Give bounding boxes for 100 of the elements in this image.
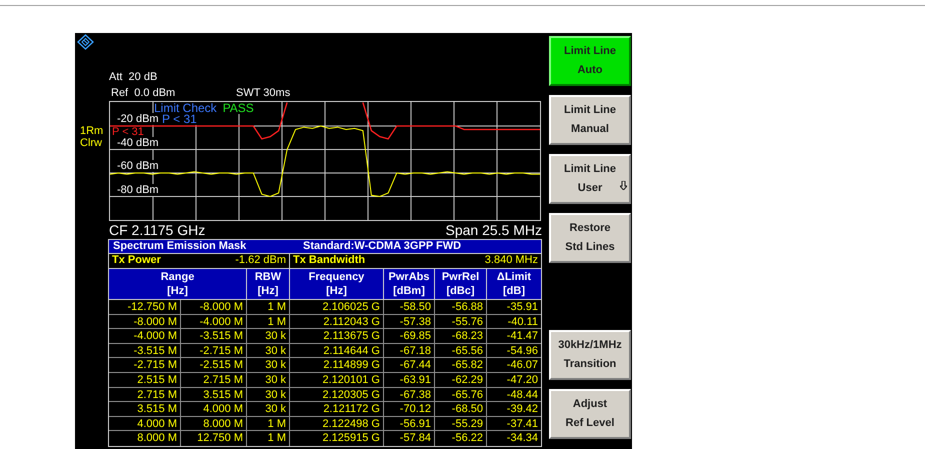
table-cell: -57.84 bbox=[384, 431, 435, 446]
table-cell: -69.85 bbox=[384, 329, 435, 343]
column-header: Range [Hz] bbox=[109, 269, 247, 299]
table-cell: 2.112043 G bbox=[290, 314, 384, 328]
table-cell: 2.122498 G bbox=[290, 416, 384, 430]
table-cell: -2.715 M bbox=[181, 344, 247, 358]
table-cell: -12.750 M bbox=[109, 300, 181, 314]
table-cell: 8.000 M bbox=[181, 416, 247, 430]
tx-power-value: -1.62 dBm bbox=[235, 254, 286, 268]
limit-check-result: PASS bbox=[222, 102, 254, 114]
table-cell: -67.44 bbox=[384, 358, 435, 372]
table-cell-text: -34.34 bbox=[506, 431, 539, 446]
softkey-button[interactable]: Limit Line Manual bbox=[549, 95, 631, 145]
table-cell: -68.50 bbox=[435, 402, 487, 416]
table-cell: 3.515 M bbox=[109, 402, 181, 416]
table-cell-text: -46.07 bbox=[506, 358, 539, 372]
table-cell: 30 k bbox=[247, 344, 290, 358]
down-arrow-icon bbox=[620, 181, 627, 190]
table-cell: -57.38 bbox=[384, 314, 435, 328]
limit-line-name: P < 31 bbox=[162, 114, 197, 125]
table-cell: 2.515 M bbox=[109, 372, 181, 387]
attenuation-text: Att 20 dB bbox=[109, 71, 158, 83]
table-cell: 2.114644 G bbox=[290, 344, 384, 358]
table-cell: -8.000 M bbox=[181, 300, 247, 314]
table-cell-text: -54.96 bbox=[506, 344, 539, 358]
table-cell: 3.515 M bbox=[181, 388, 247, 402]
limit-check-text: Limit Check bbox=[154, 102, 217, 114]
table-cell: 8.000 M bbox=[109, 431, 181, 446]
table-cell: 2.120101 G bbox=[290, 372, 384, 387]
column-header: RBW [Hz] bbox=[247, 269, 290, 299]
table-title: Spectrum Emission Mask bbox=[113, 240, 248, 253]
table-cell: -65.82 bbox=[435, 358, 487, 372]
trace-mode-label: 1Rm Clrw bbox=[80, 125, 104, 149]
y-axis-label: -40 dBm bbox=[116, 136, 160, 148]
y-axis-label: -80 dBm bbox=[116, 184, 160, 196]
softkey-button[interactable]: Adjust Ref Level bbox=[549, 389, 631, 439]
softkey-button[interactable]: 30kHz/1MHz Transition bbox=[549, 330, 631, 380]
diamond-logo-icon bbox=[77, 34, 94, 50]
table-cell: 2.715 M bbox=[181, 372, 247, 387]
table-cell-text: -47.20 bbox=[506, 372, 539, 387]
column-header: PwrAbs [dBm] bbox=[384, 269, 435, 299]
table-cell-text: -37.41 bbox=[506, 416, 539, 430]
table-cell-text: -35.91 bbox=[506, 300, 539, 314]
table-cell-text: -40.11 bbox=[506, 314, 539, 328]
table-cell: -65.76 bbox=[435, 388, 487, 402]
table-cell: -2.715 M bbox=[109, 358, 181, 372]
table-cell: 4.000 M bbox=[181, 402, 247, 416]
tx-power-label: Tx Power bbox=[112, 254, 161, 268]
table-cell: 1 M bbox=[247, 300, 290, 314]
limit-line-label: P < 31 bbox=[111, 127, 145, 137]
softkey-button[interactable]: Limit Line Auto bbox=[549, 36, 631, 86]
column-header: ΔLimit [dB] bbox=[496, 270, 532, 299]
table-cell: -63.91 bbox=[384, 372, 435, 387]
table-cell: -68.23 bbox=[435, 329, 487, 343]
table-cell-text: -48.44 bbox=[506, 388, 539, 402]
column-header: Frequency [Hz] bbox=[290, 269, 384, 299]
y-axis-label: -20 dBm bbox=[116, 113, 160, 125]
table-cell: -55.29 bbox=[435, 416, 487, 430]
table-cell: -56.91 bbox=[384, 416, 435, 430]
table-cell: 12.750 M bbox=[181, 431, 247, 446]
table-cell: -65.56 bbox=[435, 344, 487, 358]
table-cell: -4.000 M bbox=[181, 314, 247, 328]
table-cell: -56.22 bbox=[435, 431, 487, 446]
table-cell: 2.113675 G bbox=[290, 329, 384, 343]
table-cell: -67.38 bbox=[384, 388, 435, 402]
table-cell: -56.88 bbox=[435, 300, 487, 314]
table-cell: 1 M bbox=[247, 431, 290, 446]
y-axis-label: -60 dBm bbox=[116, 160, 160, 172]
center-frequency-text: CF 2.1175 GHz bbox=[109, 221, 206, 239]
table-cell: 4.000 M bbox=[109, 416, 181, 430]
table-cell: 1 M bbox=[247, 314, 290, 328]
table-cell: 30 k bbox=[247, 388, 290, 402]
span-text: Span 25.5 MHz bbox=[446, 221, 542, 239]
softkey-button[interactable]: Restore Std Lines bbox=[549, 213, 631, 263]
table-cell: -3.515 M bbox=[181, 329, 247, 343]
sweep-time-text: SWT 30ms bbox=[236, 86, 290, 101]
table-cell: -58.50 bbox=[384, 300, 435, 314]
reference-level-text: Ref 0.0 dBm bbox=[111, 86, 176, 101]
table-cell: 2.121172 G bbox=[290, 402, 384, 416]
table-cell: 2.715 M bbox=[109, 388, 181, 402]
table-cell-text: -41.47 bbox=[506, 329, 539, 343]
table-cell: -55.76 bbox=[435, 314, 487, 328]
table-cell: -4.000 M bbox=[109, 329, 181, 343]
table-cell: -62.29 bbox=[435, 372, 487, 387]
table-cell: 1 M bbox=[247, 416, 290, 430]
table-cell: 2.125915 G bbox=[290, 431, 384, 446]
table-cell: -8.000 M bbox=[109, 314, 181, 328]
table-cell: -70.12 bbox=[384, 402, 435, 416]
tx-bandwidth-label: Tx Bandwidth bbox=[293, 254, 366, 268]
table-cell: 2.114899 G bbox=[290, 358, 384, 372]
table-cell-text: -39.42 bbox=[506, 402, 539, 416]
table-cell: -2.515 M bbox=[181, 358, 247, 372]
table-cell: 30 k bbox=[247, 402, 290, 416]
standard-text: Standard:W-CDMA 3GPP FWD bbox=[303, 240, 462, 253]
tx-bandwidth-value: 3.840 MHz bbox=[484, 254, 538, 268]
softkey-button[interactable]: Limit Line User bbox=[549, 154, 631, 204]
table-cell: 30 k bbox=[247, 358, 290, 372]
table-cell: 2.120305 G bbox=[290, 388, 384, 402]
table-cell: 30 k bbox=[247, 372, 290, 387]
table-cell: 2.106025 G bbox=[290, 300, 384, 314]
